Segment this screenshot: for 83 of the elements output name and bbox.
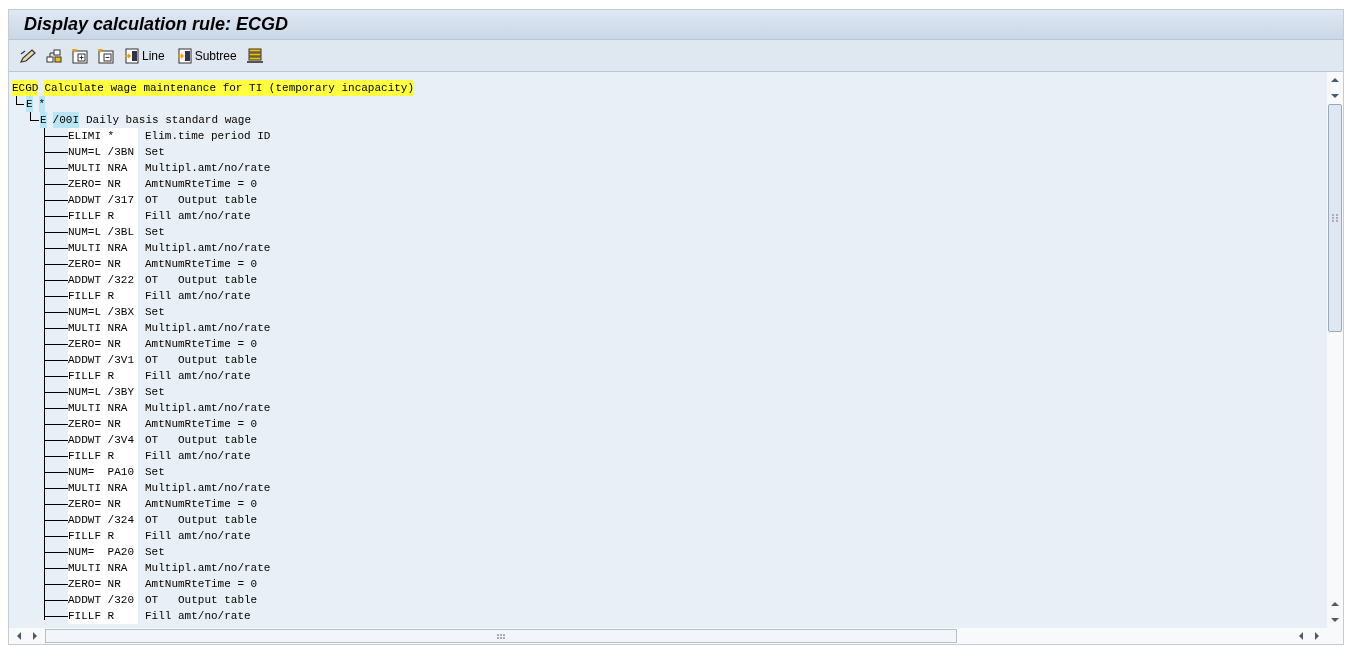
list-icon (124, 47, 140, 64)
node-text: AmtNumRteTime = 0 (145, 336, 258, 352)
operation-cell: ADDWT /3V1 (68, 352, 138, 368)
operation-cell: ZERO= NR (68, 336, 138, 352)
pencil-icon[interactable] (19, 47, 37, 64)
node-text: Fill amt/no/rate (145, 208, 251, 224)
operation-cell: FILLF R (68, 288, 138, 304)
node-text: Set (145, 304, 165, 320)
node-text: Multipl.amt/no/rate (145, 240, 271, 256)
node-text: AmtNumRteTime = 0 (145, 496, 258, 512)
node-text: Set (145, 144, 165, 160)
operation-cell: MULTI NRA (68, 160, 138, 176)
node-text: Fill amt/no/rate (145, 368, 251, 384)
operation-cell: NUM=L /3BX (68, 304, 138, 320)
operation-cell: ADDWT /324 (68, 512, 138, 528)
node-text: OT Output table (145, 512, 258, 528)
node-text: Fill amt/no/rate (145, 288, 251, 304)
node-text: Fill amt/no/rate (145, 608, 251, 624)
node-text: Daily basis standard wage (86, 112, 252, 128)
node-text: Multipl.amt/no/rate (145, 160, 271, 176)
operation-cell: ZERO= NR (68, 496, 138, 512)
operation-cell: ADDWT /3V4 (68, 432, 138, 448)
node-text: AmtNumRteTime = 0 (145, 176, 258, 192)
node-text: Fill amt/no/rate (145, 528, 251, 544)
node-text: Fill amt/no/rate (145, 448, 251, 464)
node-text: Multipl.amt/no/rate (145, 480, 271, 496)
operation-cell: FILLF R (68, 528, 138, 544)
operation-cell: FILLF R (68, 608, 138, 624)
operation-cell: MULTI NRA (68, 560, 138, 576)
operation-cell: ZERO= NR (68, 416, 138, 432)
node-text: Multipl.amt/no/rate (145, 400, 271, 416)
node-text: AmtNumRteTime = 0 (145, 416, 258, 432)
node-text: Set (145, 464, 165, 480)
node-text: Calculate wage maintenance for TI (temporary incapacity) (44, 79, 415, 97)
operation-cell: FILLF R (68, 448, 138, 464)
node-text: AmtNumRteTime = 0 (145, 256, 258, 272)
node-text: AmtNumRteTime = 0 (145, 576, 258, 592)
operation-cell: NUM= PA20 (68, 544, 138, 560)
node-text: /00I (52, 111, 79, 129)
node-text: OT Output table (145, 592, 258, 608)
operation-cell: MULTI NRA (68, 240, 138, 256)
scroll-thumb[interactable] (45, 629, 957, 643)
operation-cell: MULTI NRA (68, 320, 138, 336)
operation-cell: NUM=L /3BL (68, 224, 138, 240)
node-text: Multipl.amt/no/rate (145, 320, 271, 336)
operation-cell: FILLF R (68, 208, 138, 224)
node-code: E (40, 111, 47, 129)
operation-cell: ADDWT /317 (68, 192, 138, 208)
horizontal-scrollbar[interactable] (9, 628, 1343, 644)
node-text: Set (145, 544, 165, 560)
operation-cell: ZERO= NR (68, 576, 138, 592)
operation-cell: MULTI NRA (68, 400, 138, 416)
node-text: Set (145, 224, 165, 240)
hierarchy-icon[interactable] (45, 47, 63, 64)
window-title: Display calculation rule: ECGD (24, 13, 289, 36)
toolbar-button[interactable]: Subtree (175, 46, 238, 65)
collapse-icon[interactable] (97, 47, 115, 64)
node-text: Multipl.amt/no/rate (145, 560, 271, 576)
node-text: OT Output table (145, 432, 258, 448)
scroll-thumb[interactable] (1328, 104, 1342, 332)
toolbar-button[interactable]: Line (123, 46, 166, 65)
node-code: E (26, 95, 33, 113)
operation-cell: MULTI NRA (68, 480, 138, 496)
node-text: * (38, 95, 46, 113)
stack-icon[interactable] (245, 47, 264, 64)
operation-cell: NUM=L /3BY (68, 384, 138, 400)
node-text: Elim.time period ID (145, 128, 271, 144)
vertical-scrollbar[interactable] (1327, 72, 1343, 628)
operation-cell: FILLF R (68, 368, 138, 384)
node-text: OT Output table (145, 272, 258, 288)
node-text: OT Output table (145, 192, 258, 208)
node-text: OT Output table (145, 352, 258, 368)
operation-cell: ELIMI * (68, 128, 138, 144)
list-icon (176, 47, 193, 64)
expand-icon[interactable] (71, 47, 89, 64)
operation-cell: NUM= PA10 (68, 464, 138, 480)
node-text: Set (145, 384, 165, 400)
operation-cell: ZERO= NR (68, 176, 138, 192)
operation-cell: ADDWT /322 (68, 272, 138, 288)
operation-cell: ZERO= NR (68, 256, 138, 272)
operation-cell: NUM=L /3BN (68, 144, 138, 160)
node-code: ECGD (12, 79, 39, 97)
operation-cell: ADDWT /320 (68, 592, 138, 608)
